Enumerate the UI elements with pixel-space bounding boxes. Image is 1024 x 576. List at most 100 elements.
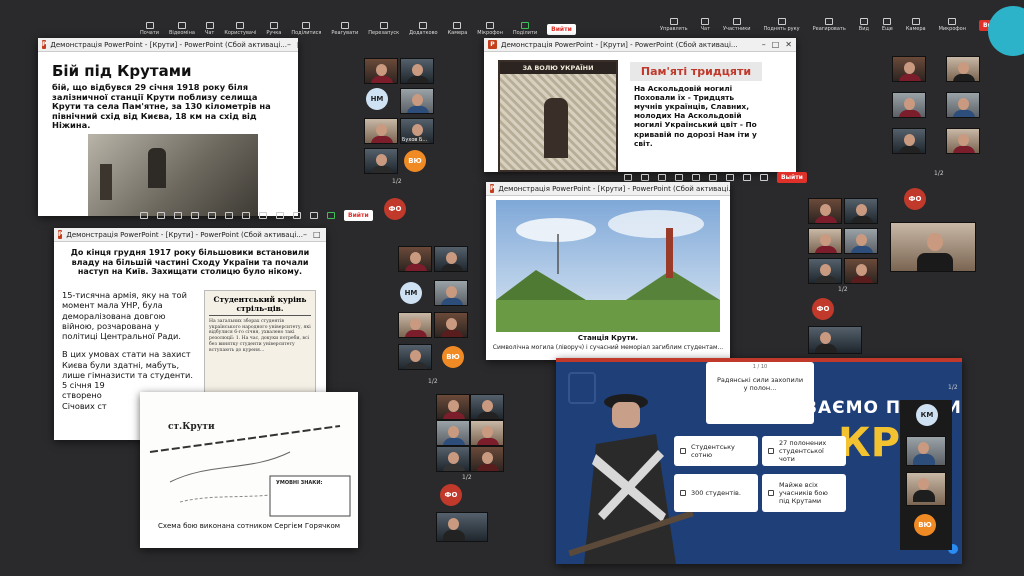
powerpoint-window-3[interactable]: P Демонстрація PowerPoint - [Крути] - Po… <box>484 38 796 172</box>
toolbar-item[interactable] <box>726 173 734 181</box>
mic-button[interactable]: Микрофон <box>939 18 966 32</box>
toolbar-item[interactable]: Додатково <box>409 22 438 36</box>
quiz-option[interactable]: Студентську сотню <box>674 436 758 466</box>
toolbar-item[interactable] <box>174 211 182 219</box>
maximize-icon[interactable]: □ <box>772 40 780 49</box>
toolbar-item[interactable]: Користувачі <box>224 22 256 36</box>
participant-video[interactable] <box>434 312 468 338</box>
participant-video[interactable] <box>890 222 976 272</box>
toolbar-item[interactable] <box>692 173 700 181</box>
map-window[interactable]: ст.Крути УМОВНІ ЗНАКИ: Схема бою виконан… <box>140 392 358 548</box>
participant-avatar[interactable]: ВЮ <box>442 346 464 368</box>
pager[interactable]: 1/2 <box>838 286 848 293</box>
leave-button[interactable]: Вийти <box>344 209 373 221</box>
leave-button[interactable]: Вийти <box>547 23 576 35</box>
participant-avatar[interactable]: ФО <box>904 188 926 210</box>
quiz-option[interactable]: 300 студентів. <box>674 474 758 512</box>
toolbar-item[interactable]: Чат <box>701 18 710 32</box>
minimize-icon[interactable]: – <box>287 40 291 49</box>
window-titlebar[interactable]: P Демонстрація PowerPoint - [Крути] - Po… <box>38 38 298 52</box>
powerpoint-window-4[interactable]: P Демонстрація PowerPoint - [Крути] - Po… <box>486 182 730 360</box>
participant-video[interactable] <box>470 420 504 446</box>
participant-video[interactable] <box>844 198 878 224</box>
toolbar-item[interactable] <box>709 173 717 181</box>
participant-video[interactable] <box>436 512 488 542</box>
participant-video[interactable] <box>808 326 862 354</box>
participant-video[interactable] <box>434 280 468 306</box>
toolbar-item[interactable]: Поділитися <box>291 22 321 36</box>
participant-video[interactable] <box>892 128 926 154</box>
participant-video[interactable] <box>364 58 398 84</box>
toolbar-item[interactable] <box>276 211 284 219</box>
camera-button[interactable]: Камера <box>448 22 467 36</box>
mic-button[interactable]: Мікрофон <box>477 22 503 36</box>
participant-avatar[interactable]: КМ <box>916 404 938 426</box>
toolbar-item[interactable] <box>624 173 632 181</box>
toolbar-item[interactable] <box>760 173 768 181</box>
toolbar-item[interactable] <box>191 211 199 219</box>
toolbar-item[interactable]: Управлять <box>660 18 688 32</box>
toolbar-item[interactable]: Відеоміна <box>169 22 195 36</box>
toolbar-item[interactable]: Участники <box>723 18 751 32</box>
participant-video[interactable] <box>892 92 926 118</box>
quiz-option[interactable]: Майже всіх учасників бою під Крутами <box>762 474 846 512</box>
minimize-icon[interactable]: – <box>762 40 766 49</box>
toolbar-item[interactable] <box>157 211 165 219</box>
participant-video[interactable] <box>398 246 432 272</box>
toolbar-item[interactable]: Ручка <box>266 22 281 36</box>
participant-avatar[interactable]: ФО <box>812 298 834 320</box>
toolbar-item[interactable] <box>140 211 148 219</box>
toolbar-item[interactable] <box>242 211 250 219</box>
share-button[interactable]: Поділити <box>513 22 537 36</box>
participant-video[interactable] <box>946 92 980 118</box>
participant-video[interactable] <box>808 258 842 284</box>
participant-video[interactable] <box>844 228 878 254</box>
toolbar-item[interactable]: Перезапуск <box>368 22 399 36</box>
toolbar-item[interactable] <box>327 211 335 219</box>
participant-video[interactable] <box>400 58 434 84</box>
participant-video[interactable] <box>470 394 504 420</box>
toolbar-item[interactable] <box>293 211 301 219</box>
participant-video[interactable] <box>470 446 504 472</box>
toolbar-item[interactable]: Реагировать <box>813 18 846 32</box>
toolbar-item[interactable] <box>225 211 233 219</box>
toolbar-item[interactable]: Поднять руку <box>764 18 800 32</box>
participant-video[interactable] <box>364 118 398 144</box>
participant-video[interactable] <box>946 128 980 154</box>
participant-avatar[interactable]: НМ <box>366 88 388 110</box>
pager[interactable]: 1/2 <box>428 378 438 385</box>
leave-button[interactable]: Выйти <box>777 171 807 183</box>
toolbar-item[interactable]: Чат <box>205 22 214 36</box>
participant-video[interactable] <box>436 446 470 472</box>
participant-avatar[interactable]: ВЮ <box>404 150 426 172</box>
participant-video[interactable] <box>808 228 842 254</box>
powerpoint-window-1[interactable]: P Демонстрація PowerPoint - [Крути] - Po… <box>38 38 298 216</box>
maximize-icon[interactable]: □ <box>297 40 298 49</box>
close-icon[interactable]: ✕ <box>785 40 792 49</box>
window-titlebar[interactable]: P Демонстрація PowerPoint - [Крути] - Po… <box>486 182 730 196</box>
participant-video[interactable] <box>906 436 946 466</box>
participant-video[interactable] <box>892 56 926 82</box>
participant-video[interactable] <box>436 394 470 420</box>
participant-video[interactable] <box>398 344 432 370</box>
participant-avatar[interactable]: ФО <box>384 198 406 220</box>
toolbar-item[interactable] <box>641 173 649 181</box>
pager[interactable]: 1/2 <box>462 474 472 481</box>
toolbar-item[interactable]: Еще <box>882 18 893 32</box>
camera-button[interactable]: Камера <box>906 18 926 32</box>
participant-video[interactable] <box>364 148 398 174</box>
window-titlebar[interactable]: P Демонстрація PowerPoint - [Крути] - Po… <box>484 38 796 52</box>
participant-avatar[interactable]: ФО <box>440 484 462 506</box>
quiz-option[interactable]: 27 полонених студентської чоти <box>762 436 846 466</box>
toolbar-item[interactable]: Реагувати <box>331 22 358 36</box>
maximize-icon[interactable]: □ <box>313 230 321 239</box>
minimize-icon[interactable]: – <box>303 230 307 239</box>
toolbar-item[interactable] <box>658 173 666 181</box>
participant-video[interactable] <box>398 312 432 338</box>
toolbar-item[interactable] <box>310 211 318 219</box>
participant-video[interactable] <box>434 246 468 272</box>
participant-video[interactable] <box>906 472 946 506</box>
participant-video[interactable] <box>946 56 980 82</box>
toolbar-item[interactable]: Вид <box>859 18 869 32</box>
pager[interactable]: 1/2 <box>948 384 958 391</box>
